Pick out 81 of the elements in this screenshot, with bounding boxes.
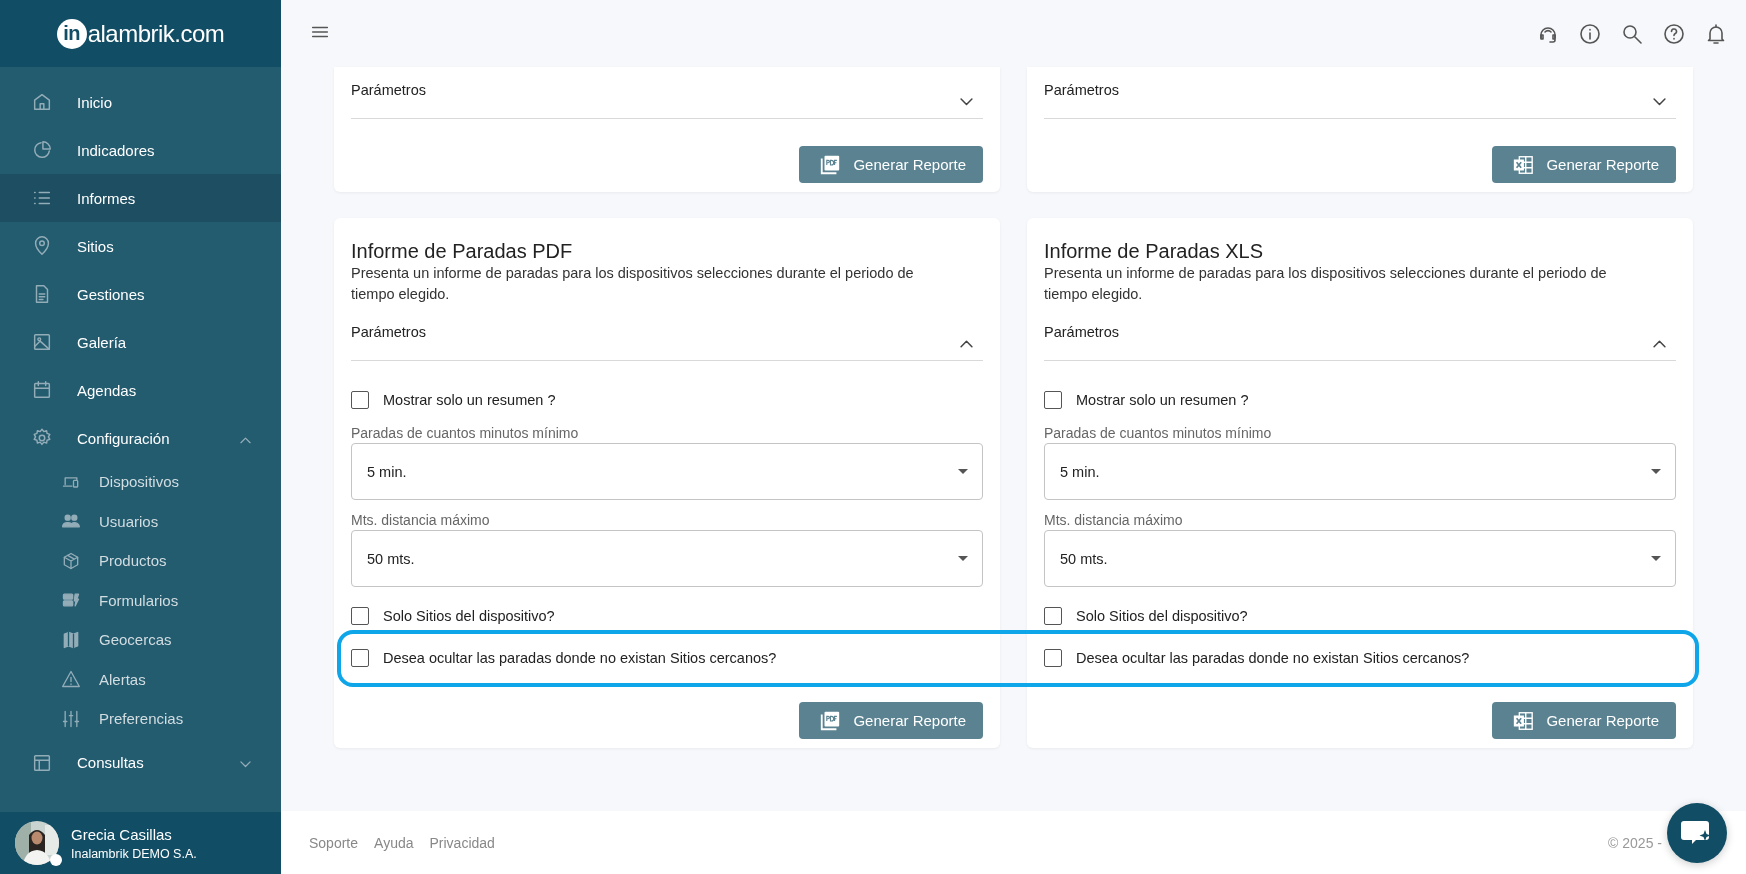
card-description: Presenta un informe de paradas para los dispositivos selecciones durante el periodo de tiempo elegido. (351, 264, 915, 304)
logo: in alambrik.com (56, 18, 225, 49)
sidebar-subitem[interactable]: Alertas (0, 659, 281, 699)
checkbox-label: Desea ocultar las paradas donde no existan Sitios cercanos? (383, 650, 777, 666)
checkbox[interactable] (1044, 607, 1062, 625)
sidebar-item[interactable]: Gestiones (0, 270, 281, 318)
select-field[interactable]: 50 mts. (351, 530, 983, 587)
sidebar-item[interactable]: Indicadores (0, 126, 281, 174)
checkbox-label: Desea ocultar las paradas donde no existan Sitios cercanos? (1076, 650, 1470, 666)
chevron-up-icon (240, 436, 251, 444)
caret-icon (958, 556, 968, 561)
chevron-up-icon (960, 340, 973, 348)
help-icon (1662, 21, 1686, 46)
checkbox[interactable] (351, 649, 369, 667)
spreadsheet-icon (1512, 709, 1535, 732)
checkbox-label: Solo Sitios del dispositivo? (383, 608, 555, 624)
calendar-icon (31, 379, 53, 401)
checkbox-label: Mostrar solo un resumen ? (383, 392, 556, 408)
card-title: Informe de Paradas XLS (1044, 240, 1264, 263)
sidebar-subitem[interactable]: Geocercas (0, 620, 281, 660)
sidebar-subitem[interactable]: Formularios (0, 580, 281, 620)
box-icon (61, 550, 81, 571)
chevron-down-icon (960, 98, 973, 106)
checkbox[interactable] (1044, 649, 1062, 667)
caret-icon (1651, 469, 1661, 474)
sidebar-subitem[interactable]: Dispositivos (0, 462, 281, 502)
caret-icon (958, 469, 968, 474)
sidebar-item[interactable]: Galería (0, 318, 281, 366)
caret-icon (1651, 556, 1661, 561)
parameters-header[interactable]: Parámetros (1044, 319, 1676, 361)
checkbox-label: Mostrar solo un resumen ? (1076, 392, 1249, 408)
sidebar-item[interactable]: Configuración (0, 414, 281, 462)
company-name: Inalambrik DEMO S.A. (71, 846, 197, 861)
chat-button[interactable] (1667, 803, 1727, 863)
chevron-up-icon (1653, 340, 1666, 348)
checkbox[interactable] (1044, 391, 1062, 409)
info-icon (1578, 21, 1602, 46)
parameters-header[interactable]: Parámetros (1044, 77, 1676, 119)
sidebar-item[interactable]: Agendas (0, 366, 281, 414)
select-field[interactable]: 5 min. (351, 443, 983, 500)
sidebar-subitem[interactable]: Productos (0, 541, 281, 581)
footer-link[interactable]: Soporte (309, 834, 359, 851)
parameters-header[interactable]: Parámetros (351, 77, 983, 119)
generate-report-button[interactable]: Generar Reporte (1492, 146, 1676, 183)
map-icon (61, 629, 81, 650)
user-name: Grecia Casillas (71, 825, 173, 843)
copyright: © 2025 - (1608, 834, 1662, 851)
sidebar-subitem[interactable]: Preferencias (0, 699, 281, 739)
warning-icon (61, 669, 81, 690)
chevron-down-icon (240, 761, 251, 768)
generate-report-button[interactable]: Generar Reporte (799, 702, 983, 739)
card-description: Presenta un informe de paradas para los dispositivos selecciones durante el periodo de tiempo elegido. (1044, 264, 1608, 304)
pie-chart-icon (31, 139, 53, 161)
pdf-file-icon (819, 153, 842, 176)
card-title: Informe de Paradas PDF (351, 240, 574, 263)
sidebar-item[interactable]: Consultas (0, 738, 281, 787)
checkbox[interactable] (351, 607, 369, 625)
sliders-icon (61, 708, 81, 729)
field-label: Paradas de cuantos minutos mínimo (1044, 425, 1273, 441)
field-label: Mts. distancia máximo (351, 512, 491, 528)
field-label: Paradas de cuantos minutos mínimo (351, 425, 580, 441)
select-field[interactable]: 50 mts. (1044, 530, 1676, 587)
chevron-down-icon (1653, 98, 1666, 106)
status-dot (50, 854, 62, 866)
checkbox[interactable] (351, 391, 369, 409)
spreadsheet-icon (1512, 153, 1535, 176)
sidebar-item[interactable]: Sitios (0, 222, 281, 270)
sidebar-item[interactable]: Informes (0, 174, 281, 222)
footer-link[interactable]: Privacidad (429, 834, 495, 851)
parameters-header[interactable]: Parámetros (351, 319, 983, 361)
select-field[interactable]: 5 min. (1044, 443, 1676, 500)
field-label: Mts. distancia máximo (1044, 512, 1184, 528)
checkbox-label: Solo Sitios del dispositivo? (1076, 608, 1248, 624)
sidebar-item[interactable]: Inicio (0, 78, 281, 126)
pdf-file-icon (819, 709, 842, 732)
generate-report-button[interactable]: Generar Reporte (799, 146, 983, 183)
image-icon (31, 331, 53, 353)
sidebar-subitem[interactable]: Usuarios (0, 501, 281, 541)
generate-report-button[interactable]: Generar Reporte (1492, 702, 1676, 739)
home-icon (31, 91, 53, 113)
footer-link[interactable]: Ayuda (374, 834, 414, 851)
